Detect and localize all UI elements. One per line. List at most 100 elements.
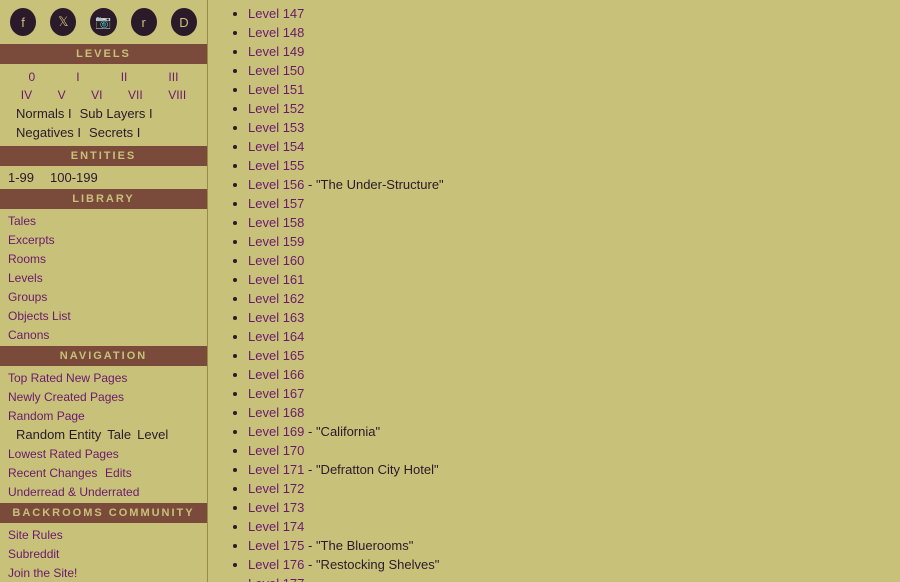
sub-layers-link[interactable]: Sub Layers I (80, 106, 153, 121)
discord-icon[interactable]: D (171, 8, 197, 36)
edits-link[interactable]: Edits (105, 466, 132, 480)
list-item: Level 176 - "Restocking Shelves" (248, 555, 884, 574)
list-item: Level 155 (248, 156, 884, 175)
level-153-link[interactable]: Level 153 (248, 120, 304, 135)
levels-list: Level 147 Level 148 Level 149 Level 150 Leve… (224, 4, 884, 582)
navigation-header: NAVIGATION (0, 346, 207, 366)
level-7-link[interactable]: VII (128, 88, 143, 102)
level-4-link[interactable]: IV (21, 88, 32, 102)
recent-changes-link[interactable]: Recent Changes (8, 466, 97, 480)
level-168-link[interactable]: Level 168 (248, 405, 304, 420)
sidebar-item-subreddit[interactable]: Subreddit (8, 544, 199, 563)
level-149-link[interactable]: Level 149 (248, 44, 304, 59)
entities-1-99-link[interactable]: 1-99 (8, 170, 34, 185)
level-175-link[interactable]: Level 175 (248, 538, 304, 553)
facebook-icon[interactable]: f (10, 8, 36, 36)
level-155-link[interactable]: Level 155 (248, 158, 304, 173)
level-166-link[interactable]: Level 166 (248, 367, 304, 382)
sidebar-item-site-rules[interactable]: Site Rules (8, 525, 199, 544)
level-154-link[interactable]: Level 154 (248, 139, 304, 154)
level-152-link[interactable]: Level 152 (248, 101, 304, 116)
instagram-icon[interactable]: 📷 (90, 8, 116, 36)
twitter-icon[interactable]: 𝕏 (50, 8, 76, 36)
community-header: BACKROOMS COMMUNITY (0, 503, 207, 523)
normals-link[interactable]: Normals I (16, 106, 72, 121)
list-item: Level 163 (248, 308, 884, 327)
level-2-link[interactable]: II (121, 70, 128, 84)
level-176-subtitle: - "Restocking Shelves" (304, 557, 439, 572)
level-174-link[interactable]: Level 174 (248, 519, 304, 534)
level-163-link[interactable]: Level 163 (248, 310, 304, 325)
list-item: Level 151 (248, 80, 884, 99)
sidebar-item-top-rated[interactable]: Top Rated New Pages (8, 368, 199, 387)
level-157-link[interactable]: Level 157 (248, 196, 304, 211)
sidebar-item-underread[interactable]: Underread & Underrated (8, 482, 199, 501)
list-item: Level 147 (248, 4, 884, 23)
level-1-link[interactable]: I (76, 70, 79, 84)
levels-row-bottom: IV V VI VII VIII (8, 86, 199, 104)
level-158-link[interactable]: Level 158 (248, 215, 304, 230)
list-item: Level 154 (248, 137, 884, 156)
level-169-link[interactable]: Level 169 (248, 424, 304, 439)
level-162-link[interactable]: Level 162 (248, 291, 304, 306)
list-item: Level 159 (248, 232, 884, 251)
list-item: Level 173 (248, 498, 884, 517)
list-item: Level 156 - "The Under-Structure" (248, 175, 884, 194)
level-159-link[interactable]: Level 159 (248, 234, 304, 249)
sidebar-item-random-page[interactable]: Random Page (8, 406, 199, 425)
sidebar-item-canons[interactable]: Canons (8, 325, 199, 344)
entities-100-199-link[interactable]: 100-199 (50, 170, 98, 185)
list-item: Level 170 (248, 441, 884, 460)
entities-range-row: 1-99 100-199 (0, 166, 207, 189)
level-176-link[interactable]: Level 176 (248, 557, 304, 572)
list-item: Level 172 (248, 479, 884, 498)
level-147-link[interactable]: Level 147 (248, 6, 304, 21)
tale-link[interactable]: Tale (107, 427, 131, 442)
level-148-link[interactable]: Level 148 (248, 25, 304, 40)
list-item: Level 157 (248, 194, 884, 213)
random-entity-link[interactable]: Random Entity (16, 427, 101, 442)
reddit-icon[interactable]: r (131, 8, 157, 36)
level-170-link[interactable]: Level 170 (248, 443, 304, 458)
library-section: Tales Excerpts Rooms Levels Groups Objec… (0, 209, 207, 346)
level-173-link[interactable]: Level 173 (248, 500, 304, 515)
level-165-link[interactable]: Level 165 (248, 348, 304, 363)
sidebar-item-levels[interactable]: Levels (8, 268, 199, 287)
sidebar-item-rooms[interactable]: Rooms (8, 249, 199, 268)
level-164-link[interactable]: Level 164 (248, 329, 304, 344)
levels-grid: 0 I II III IV V VI VII VIII Normals I Su… (0, 64, 207, 146)
list-item: Level 175 - "The Bluerooms" (248, 536, 884, 555)
list-item: Level 164 (248, 327, 884, 346)
sidebar-item-groups[interactable]: Groups (8, 287, 199, 306)
level-167-link[interactable]: Level 167 (248, 386, 304, 401)
level-172-link[interactable]: Level 172 (248, 481, 304, 496)
level-3-link[interactable]: III (168, 70, 178, 84)
sidebar-item-objects-list[interactable]: Objects List (8, 306, 199, 325)
list-item: Level 161 (248, 270, 884, 289)
level-171-link[interactable]: Level 171 (248, 462, 304, 477)
list-item: Level 158 (248, 213, 884, 232)
level-156-link[interactable]: Level 156 (248, 177, 304, 192)
level-5-link[interactable]: V (58, 88, 66, 102)
level-6-link[interactable]: VI (91, 88, 102, 102)
level-171-subtitle: - "Defratton City Hotel" (304, 462, 438, 477)
level-150-link[interactable]: Level 150 (248, 63, 304, 78)
sidebar-item-excerpts[interactable]: Excerpts (8, 230, 199, 249)
sidebar-item-tales[interactable]: Tales (8, 211, 199, 230)
navigation-section: Top Rated New Pages Newly Created Pages … (0, 366, 207, 503)
sidebar-item-newly-created[interactable]: Newly Created Pages (8, 387, 199, 406)
main-content: Level 147 Level 148 Level 149 Level 150 Leve… (208, 0, 900, 582)
level-8-link[interactable]: VIII (168, 88, 186, 102)
sidebar-item-lowest-rated[interactable]: Lowest Rated Pages (8, 444, 199, 463)
level-151-link[interactable]: Level 151 (248, 82, 304, 97)
negatives-link[interactable]: Negatives I (16, 125, 81, 140)
list-item: Level 167 (248, 384, 884, 403)
level-177-link[interactable]: Level 177 (248, 576, 304, 582)
sidebar-item-join-site[interactable]: Join the Site! (8, 563, 199, 582)
level-161-link[interactable]: Level 161 (248, 272, 304, 287)
list-item: Level 168 (248, 403, 884, 422)
secrets-link[interactable]: Secrets I (89, 125, 140, 140)
level-link[interactable]: Level (137, 427, 168, 442)
level-160-link[interactable]: Level 160 (248, 253, 304, 268)
level-0-link[interactable]: 0 (29, 70, 36, 84)
